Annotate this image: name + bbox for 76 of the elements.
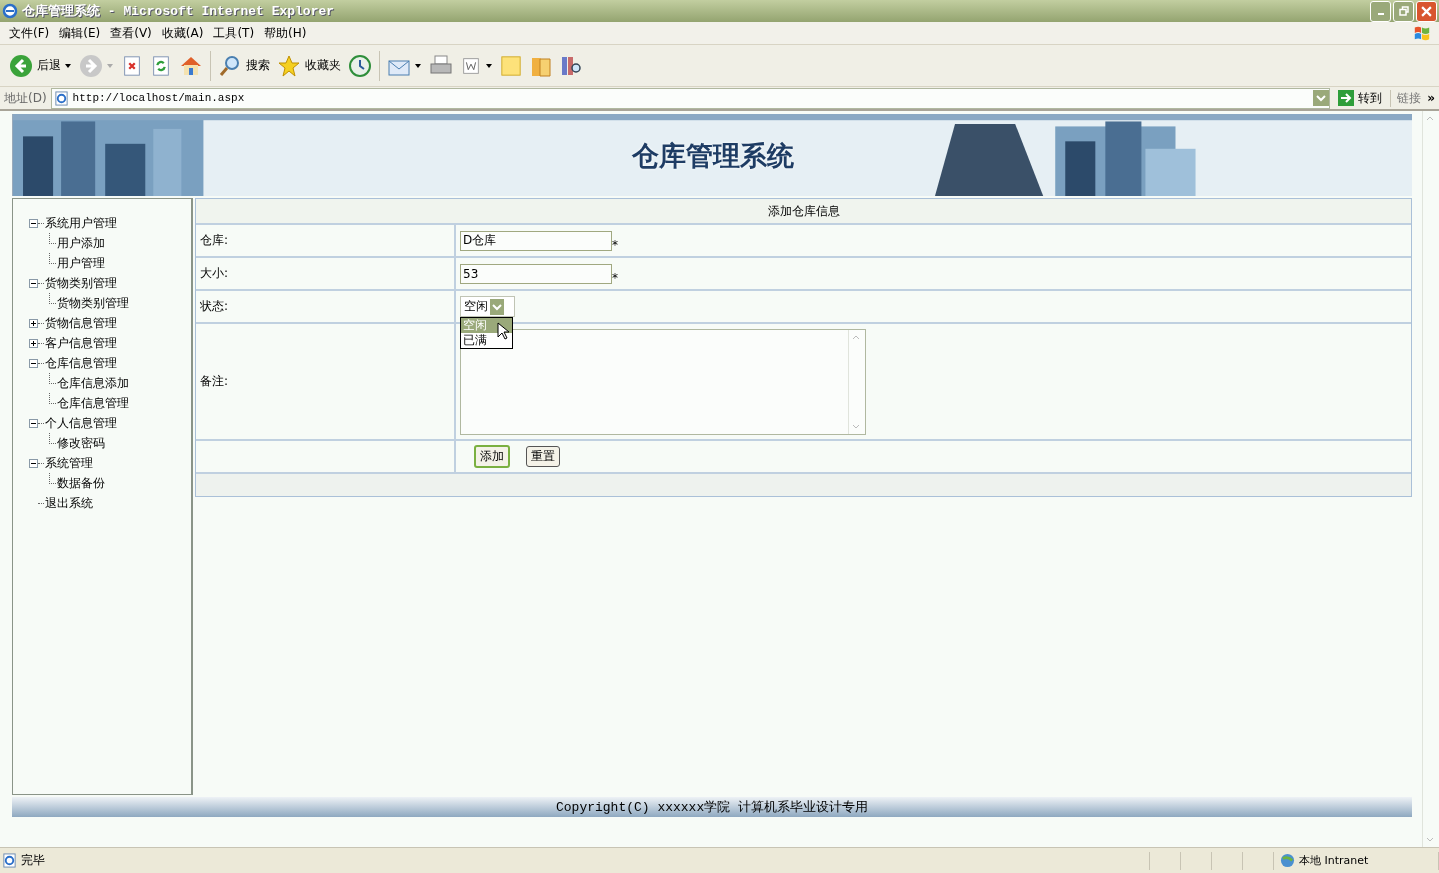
close-icon — [1421, 5, 1432, 17]
mouse-cursor-icon — [497, 322, 509, 340]
expand-icon[interactable] — [29, 318, 38, 328]
required-mark: * — [612, 271, 618, 285]
tree-item[interactable]: 货物类别管理 — [57, 294, 129, 312]
star-icon — [277, 53, 301, 78]
tree-item[interactable]: 仓库信息管理 — [57, 394, 129, 412]
go-button[interactable]: 转到 — [1334, 89, 1392, 107]
minimize-button[interactable] — [1370, 0, 1391, 22]
menu-item[interactable]: 工具(T) — [208, 24, 260, 42]
clock-icon — [348, 53, 372, 78]
collapse-icon[interactable] — [29, 418, 38, 428]
windows-logo-icon — [1413, 24, 1431, 42]
more-chevron[interactable]: » — [1427, 91, 1439, 105]
close-button[interactable] — [1416, 0, 1437, 22]
tree-item[interactable]: 系统管理 — [45, 454, 93, 472]
globe-icon — [1280, 853, 1295, 868]
field-label: 状态: — [200, 298, 229, 315]
menu-item[interactable]: 收藏(A) — [156, 24, 209, 42]
tree-item[interactable]: 货物类别管理 — [45, 274, 117, 292]
menu-item[interactable]: 帮助(H) — [259, 24, 312, 42]
dropdown-option[interactable]: 已满 — [461, 333, 512, 348]
address-label: 地址(D) — [4, 89, 47, 107]
page-icon — [53, 90, 69, 106]
tree-item[interactable]: 客户信息管理 — [45, 334, 117, 352]
ie-icon — [2, 3, 18, 19]
search-icon — [218, 53, 242, 78]
restore-icon — [1398, 6, 1409, 16]
field-label: 大小: — [200, 265, 229, 282]
right-arrow-icon — [1338, 90, 1355, 106]
note-icon — [500, 54, 522, 77]
zone-text: 本地 Intranet — [1299, 853, 1369, 868]
restore-button[interactable] — [1393, 0, 1414, 22]
collapse-icon[interactable] — [29, 358, 38, 368]
back-button[interactable]: 后退 — [6, 51, 64, 80]
favorites-button[interactable]: 收藏夹 — [274, 51, 344, 80]
menu-item[interactable]: 文件(F) — [4, 24, 55, 42]
menu-item[interactable]: 查看(V) — [105, 24, 157, 42]
copyright-text: Copyright(C) xxxxxx学院 计算机系毕业设计专用 — [556, 799, 868, 816]
stop-icon — [121, 54, 143, 77]
tree-item[interactable]: 仓库信息添加 — [57, 374, 129, 392]
search-button[interactable]: 搜索 — [215, 51, 273, 80]
tree-item[interactable]: 个人信息管理 — [45, 414, 117, 432]
form-button[interactable]: 重置 — [526, 446, 560, 467]
refresh-icon — [150, 54, 172, 77]
address-field[interactable]: http://localhost/main.aspx — [50, 87, 1331, 109]
tree-item[interactable]: 货物信息管理 — [45, 314, 117, 332]
tree-item[interactable]: 系统用户管理 — [45, 214, 117, 232]
tree-item[interactable]: 修改密码 — [57, 434, 105, 452]
banner-title: 仓库管理系统 — [630, 139, 795, 173]
status-select[interactable]: 空闲 — [460, 296, 515, 317]
page-icon — [2, 853, 17, 868]
status-text: 完毕 — [21, 852, 45, 869]
tree-item[interactable]: 退出系统 — [45, 494, 93, 512]
form-button[interactable]: 添加 — [474, 445, 510, 468]
field-label: 备注: — [200, 373, 229, 390]
menu-item[interactable]: 编辑(E) — [54, 24, 106, 42]
tree-item[interactable]: 用户管理 — [57, 254, 105, 272]
tree-item[interactable]: 用户添加 — [57, 234, 105, 252]
expand-icon[interactable] — [29, 338, 38, 348]
input-field[interactable]: D仓库 — [460, 230, 612, 251]
tree-item[interactable]: 数据备份 — [57, 474, 105, 492]
collapse-icon[interactable] — [29, 218, 38, 228]
caret-icon[interactable] — [415, 63, 421, 68]
form-title: 添加仓库信息 — [767, 202, 840, 220]
minimize-icon — [1377, 13, 1384, 15]
tree-item[interactable]: 仓库信息管理 — [45, 354, 117, 372]
required-mark: * — [612, 238, 618, 252]
caret-icon[interactable] — [486, 63, 492, 68]
window-title: 仓库管理系统 - Microsoft Internet Explorer — [22, 3, 336, 20]
field-label: 仓库: — [200, 232, 229, 249]
links-label[interactable]: 链接 — [1395, 89, 1424, 107]
input-field[interactable]: 53 — [460, 263, 612, 284]
collapse-icon[interactable] — [29, 278, 38, 288]
caret-icon[interactable] — [65, 63, 71, 68]
collapse-icon[interactable] — [29, 458, 38, 468]
